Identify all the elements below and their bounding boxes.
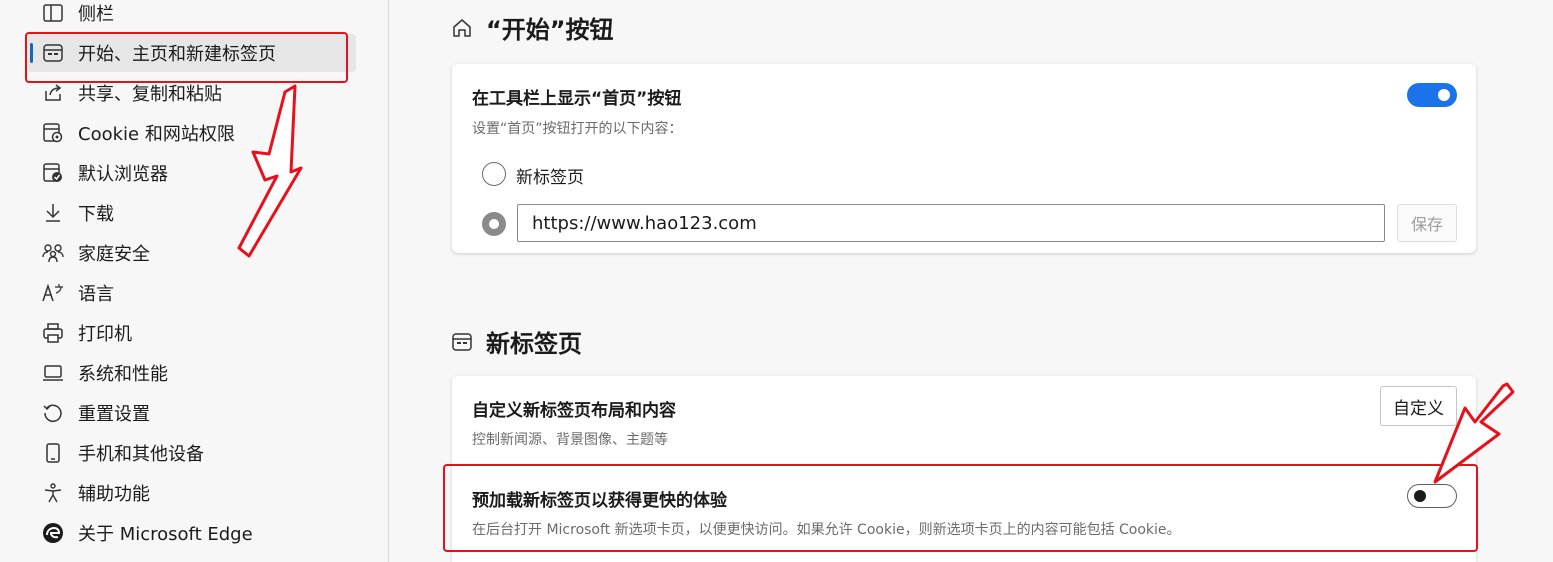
sidebar-item-reset[interactable]: 重置设置 xyxy=(28,394,356,432)
sidebar-item-label: 手机和其他设备 xyxy=(78,444,204,465)
preload-newtab-toggle[interactable] xyxy=(1407,484,1457,508)
share-icon xyxy=(42,82,64,104)
sidebar-item-label: 语言 xyxy=(78,284,114,305)
sidebar-item-label: 系统和性能 xyxy=(78,364,168,385)
printer-icon xyxy=(42,322,64,344)
radio-custom-url[interactable] xyxy=(482,212,506,236)
download-icon xyxy=(42,202,64,224)
family-icon xyxy=(42,242,64,264)
preload-newtab-label: 预加载新标签页以获得更快的体验 xyxy=(472,491,727,511)
new-tab-icon xyxy=(42,42,64,64)
sidebar-item-label: 打印机 xyxy=(78,324,132,345)
home-button-subtitle: 设置“首页”按钮打开的以下内容： xyxy=(472,121,683,137)
edge-logo-icon xyxy=(42,522,64,544)
sidebar-item-label: 下载 xyxy=(78,204,114,225)
phone-icon xyxy=(42,442,64,464)
customize-newtab-subtitle: 控制新闻源、背景图像、主题等 xyxy=(472,432,668,448)
sidebar-item-languages[interactable]: 语言 xyxy=(28,274,356,312)
section-title-text: “开始”按钮 xyxy=(486,16,614,44)
reset-icon xyxy=(42,402,64,424)
divider xyxy=(452,464,1476,465)
new-tab-icon xyxy=(452,331,474,353)
sidebar-item-label: 侧栏 xyxy=(78,4,114,25)
sidebar-item-accessibility[interactable]: 辅助功能 xyxy=(28,474,356,512)
customize-button[interactable]: 自定义 xyxy=(1380,386,1457,426)
home-button-card: 在工具栏上显示“首页”按钮 设置“首页”按钮打开的以下内容： 新标签页 保存 xyxy=(452,64,1476,253)
sidebar-item-about-edge[interactable]: 关于 Microsoft Edge xyxy=(28,514,356,552)
sidebar-item-label: 默认浏览器 xyxy=(78,164,168,185)
sidebar-item-printers[interactable]: 打印机 xyxy=(28,314,356,352)
save-button[interactable]: 保存 xyxy=(1397,204,1457,242)
customize-newtab-label: 自定义新标签页布局和内容 xyxy=(472,401,676,421)
sidebar-item-label: 关于 Microsoft Edge xyxy=(78,524,253,545)
site-permissions-icon xyxy=(42,122,64,144)
accessibility-icon xyxy=(42,482,64,504)
sidebar-item-share-copy-paste[interactable]: 共享、复制和粘贴 xyxy=(28,74,356,112)
language-icon xyxy=(42,282,64,304)
sidebar-item-label: Cookie 和网站权限 xyxy=(78,124,235,145)
show-home-button-toggle[interactable] xyxy=(1407,83,1457,107)
sidebar-item-label: 共享、复制和粘贴 xyxy=(78,84,222,105)
sidebar-item-start-home-newtab[interactable]: 开始、主页和新建标签页 xyxy=(28,34,356,72)
sidebar-item-default-browser[interactable]: 默认浏览器 xyxy=(28,154,356,192)
preload-newtab-subtitle: 在后台打开 Microsoft 新选项卡页，以便更快访问。如果允许 Cookie… xyxy=(472,522,1181,538)
sidebar-item-phone-devices[interactable]: 手机和其他设备 xyxy=(28,434,356,472)
sidebar-item-downloads[interactable]: 下载 xyxy=(28,194,356,232)
radio-new-tab-label: 新标签页 xyxy=(516,168,584,188)
section-title-text: 新标签页 xyxy=(486,330,582,358)
sidebar-item-family-safety[interactable]: 家庭安全 xyxy=(28,234,356,272)
sidebar-item-sidebar[interactable]: 侧栏 xyxy=(28,0,356,32)
radio-new-tab[interactable] xyxy=(482,162,506,186)
new-tab-card: 自定义新标签页布局和内容 控制新闻源、背景图像、主题等 自定义 预加载新标签页以… xyxy=(452,376,1476,562)
home-icon xyxy=(452,17,474,39)
toggle-knob xyxy=(1438,89,1450,101)
toggle-knob xyxy=(1414,490,1426,502)
show-home-button-label: 在工具栏上显示“首页”按钮 xyxy=(472,89,682,109)
sidebar-icon xyxy=(42,2,64,24)
section-title-newtab: 新标签页 xyxy=(452,324,582,359)
section-title-home: “开始”按钮 xyxy=(452,10,614,45)
settings-sidebar: 侧栏 开始、主页和新建标签页 共享、复制和粘贴 Cookie 和网站权限 默认浏… xyxy=(0,0,389,562)
sidebar-item-label: 重置设置 xyxy=(78,404,150,425)
default-browser-icon xyxy=(42,162,64,184)
sidebar-item-cookies-permissions[interactable]: Cookie 和网站权限 xyxy=(28,114,356,152)
laptop-icon xyxy=(42,362,64,384)
home-url-input[interactable] xyxy=(517,204,1385,242)
sidebar-item-label: 家庭安全 xyxy=(78,244,150,265)
sidebar-item-label: 开始、主页和新建标签页 xyxy=(78,44,276,65)
sidebar-item-label: 辅助功能 xyxy=(78,484,150,505)
sidebar-item-system-performance[interactable]: 系统和性能 xyxy=(28,354,356,392)
